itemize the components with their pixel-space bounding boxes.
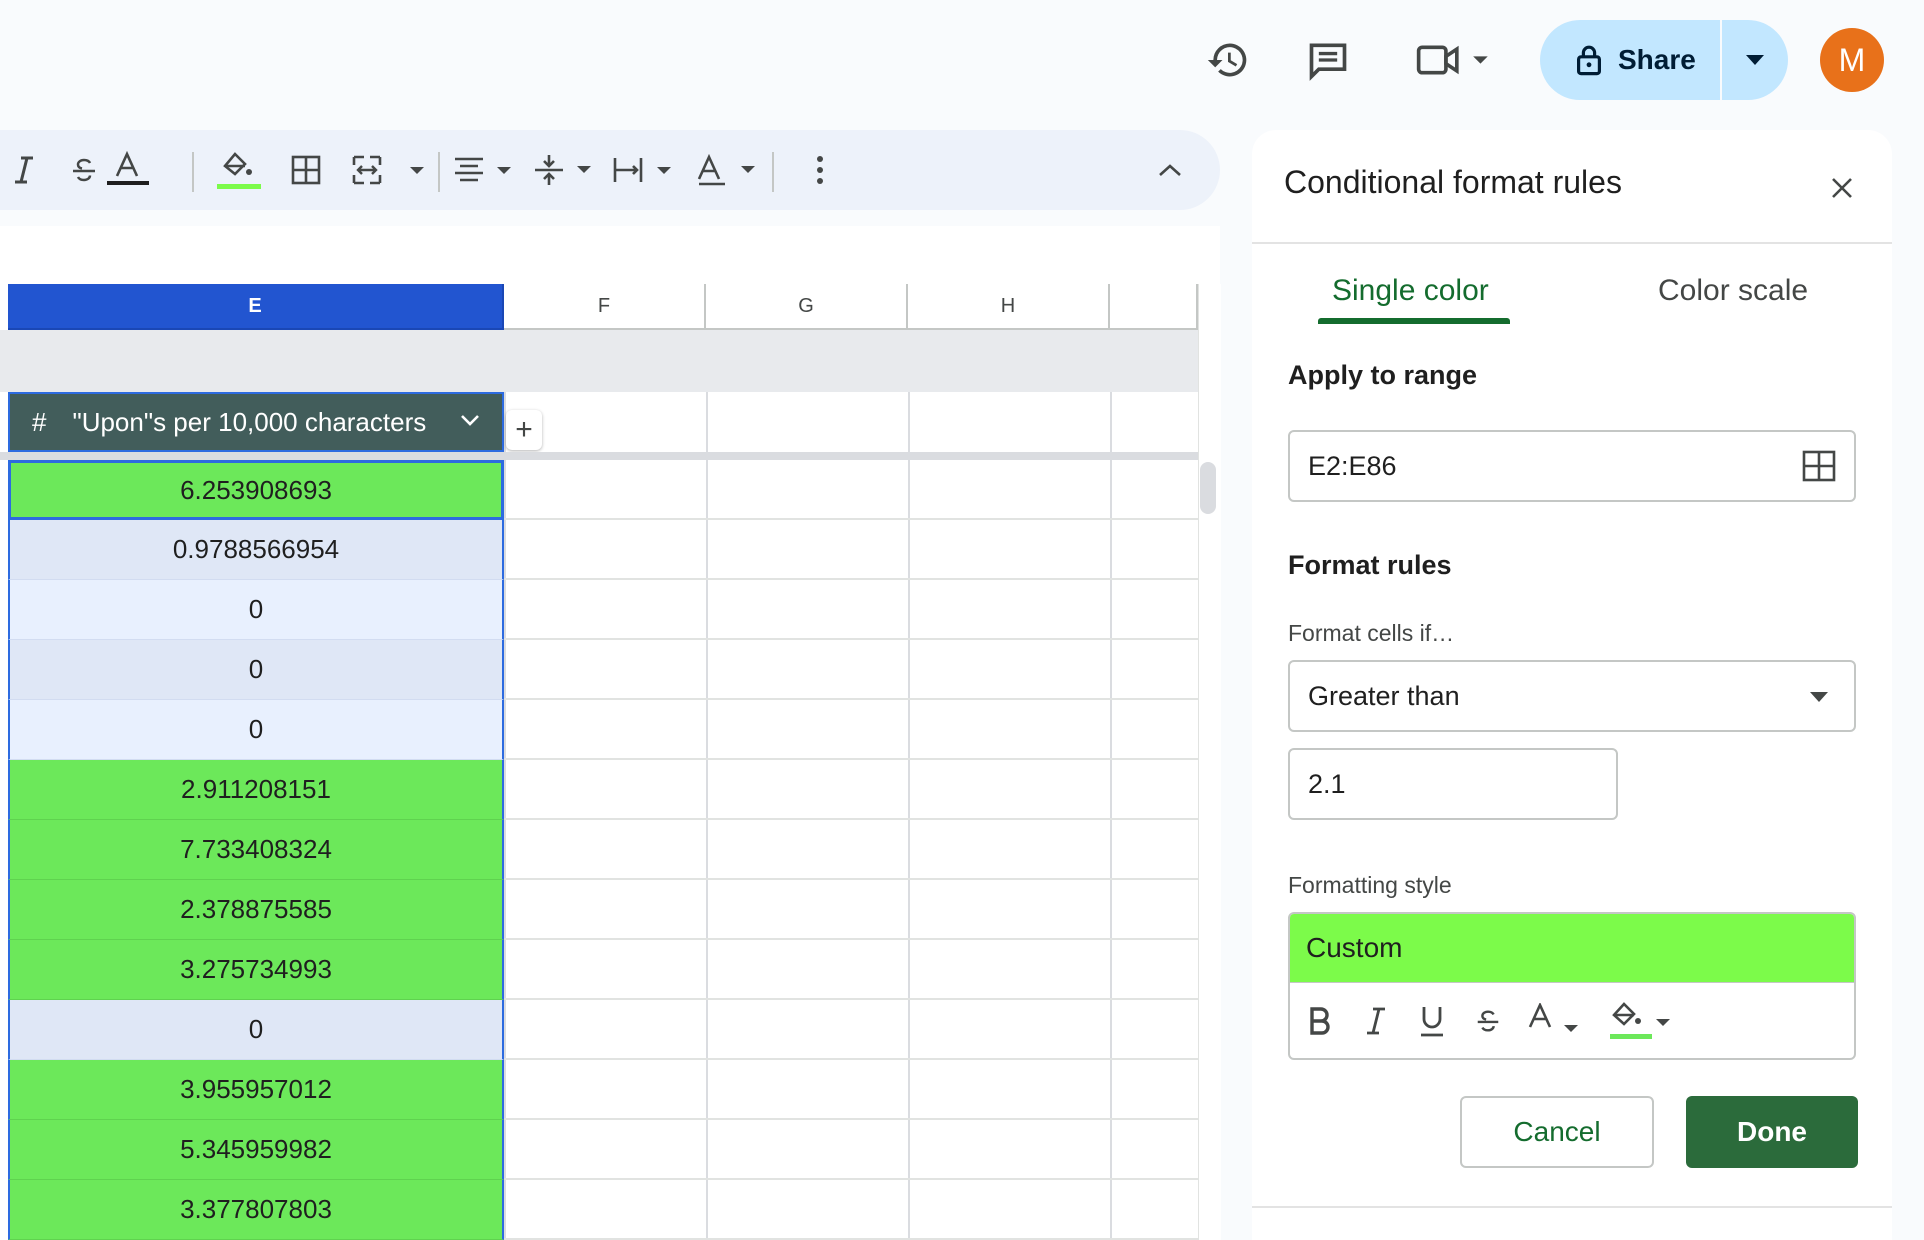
grid-row-line <box>504 1058 1198 1060</box>
strikethrough-icon[interactable] <box>1468 999 1508 1043</box>
select-range-icon[interactable] <box>1802 450 1836 482</box>
italic-icon[interactable] <box>4 144 44 196</box>
panel-title: Conditional format rules <box>1284 164 1622 200</box>
table-cell[interactable]: 3.377807803 <box>8 1180 504 1240</box>
table-cell[interactable]: 0 <box>8 640 504 700</box>
table-column-header[interactable]: # "Upon"s per 10,000 characters <box>8 392 504 452</box>
borders-icon[interactable] <box>282 144 330 196</box>
formatting-style-label: Formatting style <box>1288 872 1452 898</box>
active-tab-indicator <box>1318 318 1510 324</box>
share-label: Share <box>1618 44 1696 75</box>
condition-select[interactable]: Greater than <box>1288 660 1856 732</box>
fill-color-icon[interactable] <box>210 144 266 196</box>
text-wrap-icon[interactable] <box>610 144 682 196</box>
table-banner-row <box>0 330 1198 392</box>
video-camera-icon[interactable] <box>1410 28 1500 92</box>
table-cell[interactable]: 0 <box>8 1000 504 1060</box>
comment-icon[interactable] <box>1296 28 1360 92</box>
condition-value: Greater than <box>1308 680 1460 711</box>
share-dropdown-button[interactable] <box>1722 20 1788 100</box>
format-cells-if-label: Format cells if… <box>1288 620 1455 646</box>
avatar[interactable]: M <box>1820 28 1884 92</box>
text-rotation-icon[interactable] <box>694 144 766 196</box>
grid-row-line <box>504 818 1198 820</box>
format-rules-heading: Format rules <box>1288 550 1452 580</box>
add-column-button[interactable]: + <box>506 410 542 450</box>
collapse-toolbar-icon[interactable] <box>1150 144 1190 196</box>
italic-icon[interactable] <box>1356 999 1396 1043</box>
column-header-f[interactable]: F <box>504 284 706 330</box>
condition-value-input[interactable]: 2.1 <box>1288 748 1618 820</box>
panel-bottom-divider <box>1252 1206 1892 1208</box>
vertical-scrollbar-track[interactable] <box>1198 284 1221 1240</box>
table-cell[interactable]: 0.9788566954 <box>8 520 504 580</box>
tab-single-color[interactable]: Single color <box>1332 274 1489 308</box>
table-cell[interactable]: 5.345959982 <box>8 1120 504 1180</box>
column-header-next[interactable] <box>1110 284 1198 330</box>
share-button-group: Share <box>1540 20 1788 100</box>
table-column-title: "Upon"s per 10,000 characters <box>72 406 427 437</box>
grid-row-line <box>504 758 1198 760</box>
lock-icon <box>1576 44 1602 76</box>
table-cell[interactable]: 0 <box>8 580 504 640</box>
grid-row-line <box>504 878 1198 880</box>
grid-row-line <box>504 1178 1198 1180</box>
underline-icon[interactable] <box>1412 999 1452 1043</box>
column-header-h[interactable]: H <box>908 284 1110 330</box>
column-header-g[interactable]: G <box>706 284 908 330</box>
vertical-scrollbar-thumb[interactable] <box>1200 462 1216 514</box>
merge-cells-icon[interactable] <box>348 144 436 196</box>
style-preview[interactable]: Custom <box>1290 914 1854 982</box>
formatting-toolbar <box>1290 982 1854 1058</box>
grid-row-line <box>504 578 1198 580</box>
strikethrough-icon[interactable] <box>64 144 104 196</box>
history-icon[interactable] <box>1196 28 1260 92</box>
close-icon[interactable] <box>1820 166 1864 210</box>
vertical-align-icon[interactable] <box>530 144 602 196</box>
frozen-row-divider[interactable] <box>0 452 1198 460</box>
table-cell[interactable]: 6.253908693 <box>8 460 504 520</box>
grid-row-line <box>504 698 1198 700</box>
table-cell[interactable]: 7.733408324 <box>8 820 504 880</box>
toolbar <box>0 130 1220 210</box>
range-value: E2:E86 <box>1308 450 1397 481</box>
caret-down-icon <box>1810 692 1828 702</box>
fill-color-icon[interactable] <box>1606 999 1676 1043</box>
apply-to-range-heading: Apply to range <box>1288 360 1478 390</box>
tab-color-scale[interactable]: Color scale <box>1658 274 1808 308</box>
text-color-icon[interactable] <box>1522 999 1586 1043</box>
grid-row-line <box>504 518 1198 520</box>
horizontal-align-icon[interactable] <box>450 144 522 196</box>
done-button[interactable]: Done <box>1686 1096 1858 1168</box>
table-cell[interactable]: 2.911208151 <box>8 760 504 820</box>
cancel-button[interactable]: Cancel <box>1460 1096 1654 1168</box>
share-button[interactable]: Share <box>1540 20 1720 100</box>
grid-row-line <box>504 998 1198 1000</box>
grid-row-line <box>504 938 1198 940</box>
panel-divider <box>1252 242 1892 244</box>
table-cell[interactable]: 0 <box>8 700 504 760</box>
number-type-icon: # <box>32 406 47 437</box>
condition-value-text: 2.1 <box>1308 768 1346 799</box>
table-cell[interactable]: 3.955957012 <box>8 1060 504 1120</box>
more-options-icon[interactable] <box>800 144 840 196</box>
text-color-icon[interactable] <box>100 144 156 196</box>
formatting-style-box: Custom <box>1288 912 1856 1060</box>
conditional-format-panel: Conditional format rules Single color Co… <box>1252 130 1892 1240</box>
grid-row-line <box>504 638 1198 640</box>
table-cell[interactable]: 3.275734993 <box>8 940 504 1000</box>
range-input[interactable]: E2:E86 <box>1288 430 1856 502</box>
grid-row-line <box>504 1118 1198 1120</box>
bold-icon[interactable] <box>1300 999 1340 1043</box>
column-header-e[interactable]: E <box>8 284 504 330</box>
caret-down-icon <box>1746 55 1764 65</box>
table-cell[interactable]: 2.378875585 <box>8 880 504 940</box>
chevron-down-icon[interactable] <box>458 408 482 432</box>
